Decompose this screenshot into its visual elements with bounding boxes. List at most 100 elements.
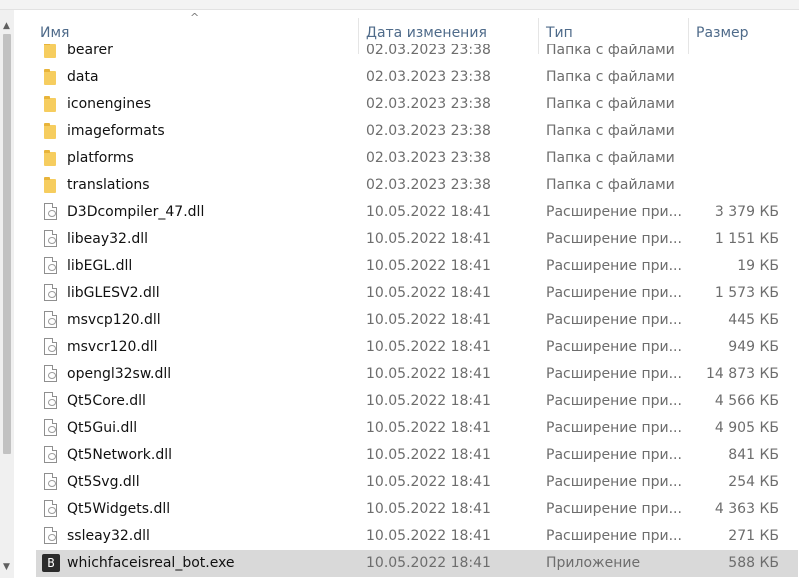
file-type: Расширение при... [546,285,681,301]
file-date: 10.05.2022 18:41 [366,258,491,274]
file-size: 3 379 КБ [714,204,779,220]
file-row[interactable]: libeay32.dll 10.05.2022 18:41 Расширение п… [36,226,798,253]
file-type: Папка с файлами [546,123,675,139]
file-row[interactable]: ssleay32.dll 10.05.2022 18:41 Расширение п… [36,523,798,550]
file-type: Папка с файлами [546,150,675,166]
column-header: ^ Имя Дата изменения Тип Размер [14,10,799,54]
file-row[interactable]: msvcr120.dll 10.05.2022 18:41 Расширение п… [36,334,798,361]
file-row[interactable]: msvcp120.dll 10.05.2022 18:41 Расширение п… [36,307,798,334]
file-row[interactable]: iconengines 02.03.2023 23:38 Папка с файла… [36,91,798,118]
file-date: 02.03.2023 23:38 [366,150,491,166]
file-date: 10.05.2022 18:41 [366,204,491,220]
file-size: 19 КБ [737,258,779,274]
file-size [696,91,779,118]
folder-icon [44,96,56,112]
dll-file-icon [44,500,57,517]
column-divider[interactable] [358,18,359,54]
file-type: Расширение при... [546,258,681,274]
scrollbar-thumb[interactable] [3,34,11,454]
exe-app-icon: B [42,554,60,572]
column-header-name[interactable]: Имя [40,10,69,44]
file-row[interactable]: Qt5Svg.dll 10.05.2022 18:41 Расширение при… [36,469,798,496]
file-row[interactable]: libGLESV2.dll 10.05.2022 18:41 Расширение … [36,280,798,307]
file-name: Qt5Gui.dll [67,420,138,436]
file-name: Qt5Svg.dll [67,474,140,490]
folder-icon [44,150,56,166]
file-type: Расширение при... [546,312,681,328]
file-size [696,172,779,199]
file-name: Qt5Widgets.dll [67,501,171,517]
file-size: 4 905 КБ [714,420,779,436]
file-size: 254 КБ [728,474,779,490]
file-row[interactable]: D3Dcompiler_47.dll 10.05.2022 18:41 Расшир… [36,199,798,226]
file-date: 10.05.2022 18:41 [366,474,491,490]
dll-file-icon [44,419,57,436]
file-size: 588 КБ [728,555,779,571]
file-row[interactable]: data 02.03.2023 23:38 Папка с файлами [36,64,798,91]
dll-file-icon [44,230,57,247]
file-name: imageformats [67,123,165,139]
file-row[interactable]: Bwhichfaceisreal_bot.exe 10.05.2022 18:41… [36,550,798,577]
file-size [696,118,779,145]
file-name: data [67,69,99,85]
file-row[interactable]: translations 02.03.2023 23:38 Папка с файл… [36,172,798,199]
file-date: 10.05.2022 18:41 [366,312,491,328]
folder-icon [44,69,56,85]
file-row[interactable]: imageformats 02.03.2023 23:38 Папка с файл… [36,118,798,145]
file-size: 1 573 КБ [714,285,779,301]
vertical-scrollbar[interactable]: ▲ ▼ [0,10,14,578]
file-row[interactable]: Qt5Core.dll 10.05.2022 18:41 Расширение пр… [36,388,798,415]
file-name: platforms [67,150,134,166]
file-row[interactable]: Qt5Widgets.dll 10.05.2022 18:41 Расширение… [36,496,798,523]
file-size: 14 873 КБ [706,366,779,382]
folder-icon [44,42,56,58]
file-type: Папка с файлами [546,96,675,112]
top-strip [0,0,799,10]
file-date: 10.05.2022 18:41 [366,285,491,301]
file-row[interactable]: Qt5Network.dll 10.05.2022 18:41 Расширение… [36,442,798,469]
file-name: msvcp120.dll [67,312,161,328]
scroll-down-arrow-icon[interactable]: ▼ [3,563,10,572]
folder-icon [44,123,56,139]
dll-file-icon [44,257,57,274]
file-type: Расширение при... [546,393,681,409]
column-header-date[interactable]: Дата изменения [366,10,487,44]
file-size [696,64,779,91]
column-divider[interactable] [538,18,539,54]
file-type: Расширение при... [546,474,681,490]
file-row[interactable]: Qt5Gui.dll 10.05.2022 18:41 Расширение при… [36,415,798,442]
dll-file-icon [44,527,57,544]
file-row[interactable]: platforms 02.03.2023 23:38 Папка с файлами [36,145,798,172]
file-date: 10.05.2022 18:41 [366,366,491,382]
file-date: 02.03.2023 23:38 [366,69,491,85]
column-divider[interactable] [688,18,689,54]
file-date: 02.03.2023 23:38 [366,123,491,139]
file-type: Расширение при... [546,231,681,247]
file-name: iconengines [67,96,152,112]
file-date: 10.05.2022 18:41 [366,393,491,409]
file-type: Расширение при... [546,528,681,544]
file-name: Qt5Network.dll [67,447,172,463]
file-name: msvcr120.dll [67,339,158,355]
file-type: Расширение при... [546,339,681,355]
file-type: Папка с файлами [546,177,675,193]
file-row[interactable]: libEGL.dll 10.05.2022 18:41 Расширение при… [36,253,798,280]
file-size: 841 КБ [728,447,779,463]
file-size: 4 363 КБ [714,501,779,517]
column-header-type[interactable]: Тип [546,10,573,44]
file-list: bearer 02.03.2023 23:38 Папка с файлами dat… [14,36,799,578]
file-name: ssleay32.dll [67,528,150,544]
file-date: 10.05.2022 18:41 [366,528,491,544]
dll-file-icon [44,284,57,301]
file-size: 1 151 КБ [714,231,779,247]
dll-file-icon [44,473,57,490]
file-date: 10.05.2022 18:41 [366,420,491,436]
sort-ascending-icon: ^ [190,11,200,24]
file-type: Расширение при... [546,420,681,436]
dll-file-icon [44,392,57,409]
column-header-size[interactable]: Размер [696,10,749,44]
file-size [696,145,779,172]
file-row[interactable]: opengl32sw.dll 10.05.2022 18:41 Расширение… [36,361,798,388]
scroll-up-arrow-icon[interactable]: ▲ [3,22,10,31]
file-date: 10.05.2022 18:41 [366,501,491,517]
